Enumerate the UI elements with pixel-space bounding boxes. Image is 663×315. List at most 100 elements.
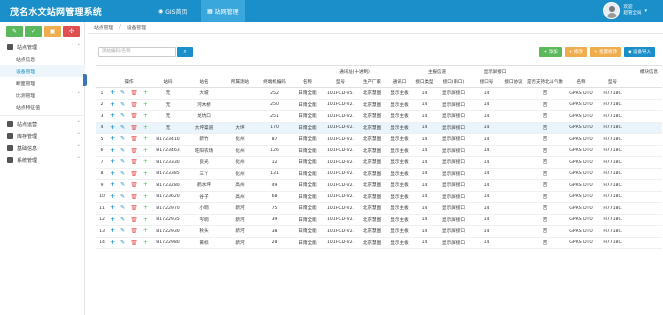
delete-icon[interactable]: 🗑 xyxy=(130,125,138,131)
delete-icon[interactable]: 🗑 xyxy=(130,159,138,165)
plus-small-icon[interactable]: + xyxy=(143,102,148,108)
edit-icon[interactable]: ✎ xyxy=(120,90,125,96)
plus-small-icon[interactable]: + xyxy=(143,90,148,96)
table-row[interactable]: 13 + ✎ 🗑 +81722930 秋头 新河 38 日雨全能 101FCD-V2. 北京慧图 显示… xyxy=(96,226,662,238)
sidebar-item-station-info[interactable]: 站点信息 xyxy=(0,53,85,65)
quick-share-button[interactable]: ✣ xyxy=(63,26,80,37)
delete-icon[interactable]: 🗑 xyxy=(130,240,138,246)
plus-small-icon[interactable]: + xyxy=(143,171,148,177)
tab-gis-home[interactable]: ◉ GIS首页 xyxy=(152,0,193,22)
sidebar-group-station-ops[interactable]: 站点运营 ˅ xyxy=(0,118,85,130)
table-row[interactable]: 6 + ✎ 🗑 +81723463 旺阳农场 化州 126 日雨全能 101FCD-V2. 北京慧图… xyxy=(96,146,662,157)
sidebar-collapse-handle[interactable] xyxy=(83,74,87,86)
batch-modify-button[interactable]: + 批量修改 xyxy=(589,47,622,57)
table-row[interactable]: 10 + ✎ 🗑 +81723620 谷子 高州 68 日雨全能 101FCD-V2. 北京慧图 显示… xyxy=(96,192,662,203)
table-cell: 否 xyxy=(542,137,548,143)
edit-icon[interactable]: ✎ xyxy=(120,136,125,142)
edit-icon[interactable]: ✎ xyxy=(120,205,125,211)
add-icon[interactable]: + xyxy=(110,136,115,142)
add-icon[interactable]: + xyxy=(110,194,115,200)
delete-icon[interactable]: 🗑 xyxy=(130,205,138,211)
add-icon[interactable]: + xyxy=(110,125,115,131)
add-icon[interactable]: + xyxy=(110,217,115,223)
table-cell: 显示主板 xyxy=(390,194,409,200)
table-row[interactable]: 12 + ✎ 🗑 +81722935 岑垌 新河 39 日雨全能 101FCD-V2. 北京慧图 显示… xyxy=(96,215,662,226)
delete-icon[interactable]: 🗑 xyxy=(130,217,138,223)
add-icon[interactable]: + xyxy=(110,182,115,188)
add-button[interactable]: + 添加 xyxy=(539,47,562,57)
table-cell: 101FCD-V2. xyxy=(326,102,355,108)
sidebar-item-device-mgmt[interactable]: 设备管理 xyxy=(0,65,85,77)
delete-icon[interactable]: 🗑 xyxy=(130,228,138,234)
plus-small-icon[interactable]: + xyxy=(143,125,148,131)
plus-small-icon[interactable]: + xyxy=(143,205,148,211)
table-row[interactable]: 11 + ✎ 🗑 +81722970 小垌 新河 75 日雨全能 101FCD-V2. 北京慧图 显示… xyxy=(96,203,662,215)
delete-icon[interactable]: 🗑 xyxy=(130,194,138,200)
sidebar-item-section-mgmt[interactable]: 断面管理 xyxy=(0,77,85,89)
sidebar-group-station-mgmt[interactable]: 站点管理 ˄ xyxy=(0,41,85,53)
plus-small-icon[interactable]: + xyxy=(143,217,148,223)
delete-icon[interactable]: 🗑 xyxy=(130,148,138,154)
edit-icon[interactable]: ✎ xyxy=(120,125,125,131)
table-row[interactable]: 1 + ✎ 🗑 + 无 大坡 252 日雨全能 101FCD-V5. 北京慧图 显示主板 14 显示屏接口… xyxy=(96,88,662,100)
add-icon[interactable]: + xyxy=(110,90,115,96)
quick-edit-button[interactable]: ✎ xyxy=(6,26,23,37)
delete-icon[interactable]: 🗑 xyxy=(130,102,138,108)
sidebar-group-system[interactable]: 系统管理 ˅ xyxy=(0,154,85,166)
breadcrumb-root[interactable]: 站点管理 xyxy=(94,24,113,31)
table-row[interactable]: 8 + ✎ 🗑 +81723385 三丫 化州 131 日雨全能 101FCD-V2. 北京慧图 显示… xyxy=(96,169,662,180)
plus-small-icon[interactable]: + xyxy=(143,228,148,234)
sidebar-item-station-features[interactable]: 站点特征值 xyxy=(0,101,85,113)
delete-icon[interactable]: 🗑 xyxy=(130,113,138,119)
user-menu[interactable]: 欢迎 超管全局 ▾ xyxy=(603,2,647,19)
edit-icon[interactable]: ✎ xyxy=(120,228,125,234)
plus-small-icon[interactable]: + xyxy=(143,148,148,154)
table-row[interactable]: 3 + ✎ 🗑 + 无 龙坑口 251 日雨全能 101FCD-V2. 北京慧图 显示主板 14 显示屏接… xyxy=(96,111,662,123)
table-row[interactable]: 9 + ✎ 🗑 +81723280 鹤水坪 高州 49 日雨全能 101FCD-V2. 北京慧图 显示… xyxy=(96,180,662,192)
edit-icon[interactable]: ✎ xyxy=(120,113,125,119)
quick-leaf-button[interactable]: ✓ xyxy=(25,26,42,37)
edit-icon[interactable]: ✎ xyxy=(120,194,125,200)
device-import-button[interactable]: ◆ 设备导入 xyxy=(624,47,655,57)
add-icon[interactable]: + xyxy=(110,228,115,234)
add-icon[interactable]: + xyxy=(110,113,115,119)
plus-small-icon[interactable]: + xyxy=(143,136,148,142)
sidebar-group-basic-info[interactable]: 基础信息 ˅ xyxy=(0,142,85,154)
sidebar-group-inventory[interactable]: 库存管理 ˅ xyxy=(0,130,85,142)
add-icon[interactable]: + xyxy=(110,205,115,211)
plus-small-icon[interactable]: + xyxy=(143,113,148,119)
table-row[interactable]: 2 + ✎ 🗑 + 无 河木桥 250 日雨全能 101FCD-V2. 北京慧图 显示主板 14 显示屏接… xyxy=(96,100,662,111)
add-icon[interactable]: + xyxy=(110,102,115,108)
edit-icon[interactable]: ✎ xyxy=(120,159,125,165)
delete-icon[interactable]: 🗑 xyxy=(130,90,138,96)
table-row[interactable]: 5 + ✎ 🗑 +81723410 新竹 化州 87 日雨全能 101FCD-V2. 北京慧图 显示主… xyxy=(96,134,662,146)
edit-icon[interactable]: ✎ xyxy=(120,240,125,246)
add-icon[interactable]: + xyxy=(110,159,115,165)
delete-icon[interactable]: 🗑 xyxy=(130,171,138,177)
plus-small-icon[interactable]: + xyxy=(143,194,148,200)
table-row[interactable]: 4 + ✎ 🗑 + 无 大坪渠道 大坪 170 日雨全能 101FCD-V2. 北京慧图 显示主板 14 显… xyxy=(96,122,662,134)
plus-small-icon[interactable]: + xyxy=(143,159,148,165)
add-icon[interactable]: + xyxy=(110,171,115,177)
modify-button[interactable]: + 修改 xyxy=(564,47,587,57)
edit-icon[interactable]: ✎ xyxy=(120,217,125,223)
quick-cart-button[interactable]: ▣ xyxy=(44,26,61,37)
delete-icon[interactable]: 🗑 xyxy=(130,136,138,142)
add-icon[interactable]: + xyxy=(110,148,115,154)
plus-small-icon[interactable]: + xyxy=(143,240,148,246)
table-row[interactable]: 14 + ✎ 🗑 +81722980 黄标 新河 28 日雨全能 101FCD-V2. 北京慧图 显示… xyxy=(96,238,662,249)
edit-icon[interactable]: ✎ xyxy=(120,148,125,154)
table-row[interactable]: 7 + ✎ 🗑 +81723330 良光 化州 12 日雨全能 101FCD-V2. 北京慧图 显示主… xyxy=(96,157,662,169)
plus-small-icon[interactable]: + xyxy=(143,182,148,188)
tab-station-network[interactable]: ▦ 站网管理 xyxy=(201,0,245,22)
chevron-down-icon[interactable]: ▾ xyxy=(644,8,647,14)
delete-icon[interactable]: 🗑 xyxy=(130,182,138,188)
search-button[interactable]: ⌕ xyxy=(177,47,193,57)
sidebar-item-comparison-mgmt[interactable]: 比测管理 ˅ xyxy=(0,89,85,101)
avatar[interactable] xyxy=(603,2,621,19)
add-icon[interactable]: + xyxy=(110,240,115,246)
edit-icon[interactable]: ✎ xyxy=(120,102,125,108)
edit-icon[interactable]: ✎ xyxy=(120,182,125,188)
search-input[interactable]: 测站编码/名称 xyxy=(98,47,176,57)
edit-icon[interactable]: ✎ xyxy=(120,171,125,177)
